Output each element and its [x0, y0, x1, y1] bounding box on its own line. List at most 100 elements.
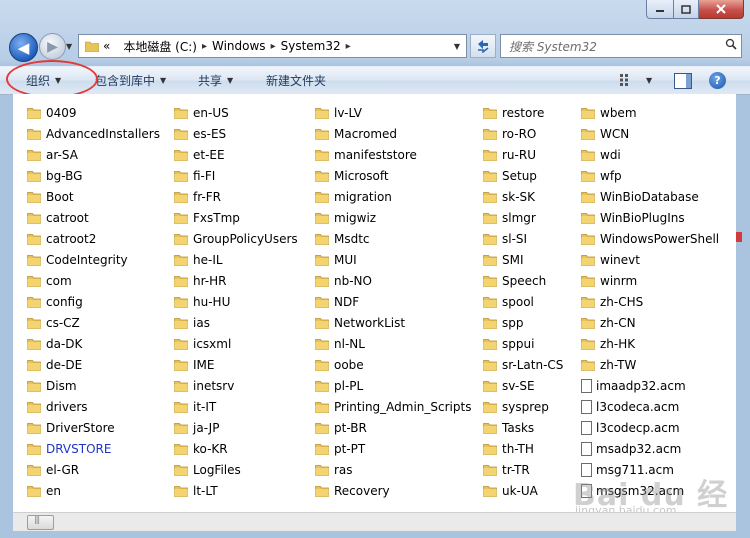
folder-item[interactable]: WinBioDatabase	[581, 186, 719, 207]
search-box[interactable]: 搜索 System32	[500, 34, 742, 58]
recent-pages-dropdown[interactable]: ▼	[66, 42, 72, 51]
horizontal-scrollbar[interactable]	[13, 512, 736, 531]
folder-item[interactable]: inetsrv	[174, 375, 298, 396]
folder-item[interactable]: winrm	[581, 270, 719, 291]
folder-item[interactable]: Tasks	[483, 417, 563, 438]
address-history-dropdown[interactable]: ▼	[448, 35, 466, 57]
folder-item[interactable]: nl-NL	[315, 333, 471, 354]
folder-item[interactable]: MUI	[315, 249, 471, 270]
folder-item[interactable]: LogFiles	[174, 459, 298, 480]
folder-item[interactable]: config	[27, 291, 160, 312]
folder-item[interactable]: GroupPolicyUsers	[174, 228, 298, 249]
breadcrumb-windows[interactable]: Windows	[212, 39, 266, 53]
breadcrumb-local-disk[interactable]: 本地磁盘 (C:)	[123, 38, 197, 55]
folder-item[interactable]: Macromed	[315, 123, 471, 144]
folder-item[interactable]: wfp	[581, 165, 719, 186]
scrollbar-thumb[interactable]	[27, 515, 54, 530]
folder-item[interactable]: de-DE	[27, 354, 160, 375]
folder-item[interactable]: manifeststore	[315, 144, 471, 165]
folder-item[interactable]: winevt	[581, 249, 719, 270]
chevron-down-icon[interactable]: ▼	[646, 76, 652, 85]
folder-item[interactable]: SMI	[483, 249, 563, 270]
chevron-right-icon[interactable]: ▸	[202, 41, 207, 52]
folder-item[interactable]: et-EE	[174, 144, 298, 165]
folder-item[interactable]: en-US	[174, 102, 298, 123]
folder-item[interactable]: he-IL	[174, 249, 298, 270]
folder-item[interactable]: catroot2	[27, 228, 160, 249]
folder-item[interactable]: cs-CZ	[27, 312, 160, 333]
folder-item[interactable]: wdi	[581, 144, 719, 165]
folder-item[interactable]: DriverStore	[27, 417, 160, 438]
file-item[interactable]: l3codecp.acm	[581, 417, 719, 438]
folder-item[interactable]: nb-NO	[315, 270, 471, 291]
folder-item[interactable]: el-GR	[27, 459, 160, 480]
folder-item[interactable]: WindowsPowerShell	[581, 228, 719, 249]
folder-item[interactable]: lv-LV	[315, 102, 471, 123]
folder-item[interactable]: sysprep	[483, 396, 563, 417]
folder-item[interactable]: catroot	[27, 207, 160, 228]
folder-item[interactable]: bg-BG	[27, 165, 160, 186]
preview-pane-button[interactable]	[674, 73, 692, 89]
chevron-right-icon[interactable]: ▸	[271, 41, 276, 52]
close-button[interactable]	[699, 0, 744, 19]
folder-item[interactable]: sr-Latn-CS	[483, 354, 563, 375]
chevron-right-icon[interactable]: ▸	[346, 41, 351, 52]
folder-item[interactable]: CodeIntegrity	[27, 249, 160, 270]
folder-item[interactable]: da-DK	[27, 333, 160, 354]
folder-item[interactable]: Msdtc	[315, 228, 471, 249]
folder-item[interactable]: pt-PT	[315, 438, 471, 459]
folder-item[interactable]: sppui	[483, 333, 563, 354]
folder-item[interactable]: pl-PL	[315, 375, 471, 396]
folder-item[interactable]: DRVSTORE	[27, 438, 160, 459]
folder-item[interactable]: restore	[483, 102, 563, 123]
folder-item[interactable]: ias	[174, 312, 298, 333]
address-bar[interactable]: « 本地磁盘 (C:) ▸ Windows ▸ System32 ▸ ▼	[78, 34, 467, 58]
folder-item[interactable]: NetworkList	[315, 312, 471, 333]
folder-item[interactable]: en	[27, 480, 160, 501]
folder-item[interactable]: com	[27, 270, 160, 291]
back-button[interactable]: ◀	[9, 33, 38, 62]
folder-item[interactable]: Dism	[27, 375, 160, 396]
folder-item[interactable]: WCN	[581, 123, 719, 144]
folder-item[interactable]: sk-SK	[483, 186, 563, 207]
file-item[interactable]: msadp32.acm	[581, 438, 719, 459]
folder-item[interactable]: hr-HR	[174, 270, 298, 291]
address-overflow[interactable]: «	[103, 39, 110, 53]
minimize-button[interactable]	[646, 0, 674, 19]
folder-item[interactable]: es-ES	[174, 123, 298, 144]
folder-item[interactable]: ro-RO	[483, 123, 563, 144]
folder-item[interactable]: Printing_Admin_Scripts	[315, 396, 471, 417]
folder-item[interactable]: AdvancedInstallers	[27, 123, 160, 144]
folder-item[interactable]: IME	[174, 354, 298, 375]
refresh-button[interactable]	[470, 34, 496, 58]
folder-item[interactable]: 0409	[27, 102, 160, 123]
file-list[interactable]: 0409 AdvancedInstallers ar-SA bg-BG Boot catr…	[13, 94, 736, 512]
folder-item[interactable]: it-IT	[174, 396, 298, 417]
folder-item[interactable]: zh-CN	[581, 312, 719, 333]
folder-item[interactable]: migration	[315, 186, 471, 207]
folder-item[interactable]: spool	[483, 291, 563, 312]
folder-item[interactable]: oobe	[315, 354, 471, 375]
folder-item[interactable]: th-TH	[483, 438, 563, 459]
share-menu[interactable]: 共享 ▼	[198, 70, 233, 90]
search-icon[interactable]	[721, 38, 741, 54]
change-view-button[interactable]: ▼	[620, 70, 652, 90]
folder-item[interactable]: sl-SI	[483, 228, 563, 249]
folder-item[interactable]: NDF	[315, 291, 471, 312]
folder-item[interactable]: Setup	[483, 165, 563, 186]
folder-item[interactable]: Microsoft	[315, 165, 471, 186]
breadcrumb-system32[interactable]: System32	[281, 39, 341, 53]
folder-item[interactable]: drivers	[27, 396, 160, 417]
folder-item[interactable]: slmgr	[483, 207, 563, 228]
forward-button[interactable]: ▶	[39, 33, 66, 60]
folder-item[interactable]: Speech	[483, 270, 563, 291]
folder-item[interactable]: Recovery	[315, 480, 471, 501]
folder-item[interactable]: icsxml	[174, 333, 298, 354]
folder-item[interactable]: pt-BR	[315, 417, 471, 438]
folder-item[interactable]: zh-HK	[581, 333, 719, 354]
folder-item[interactable]: fi-FI	[174, 165, 298, 186]
folder-item[interactable]: uk-UA	[483, 480, 563, 501]
include-in-library-menu[interactable]: 包含到库中 ▼	[95, 70, 166, 90]
folder-item[interactable]: fr-FR	[174, 186, 298, 207]
new-folder-button[interactable]: 新建文件夹	[266, 70, 326, 90]
